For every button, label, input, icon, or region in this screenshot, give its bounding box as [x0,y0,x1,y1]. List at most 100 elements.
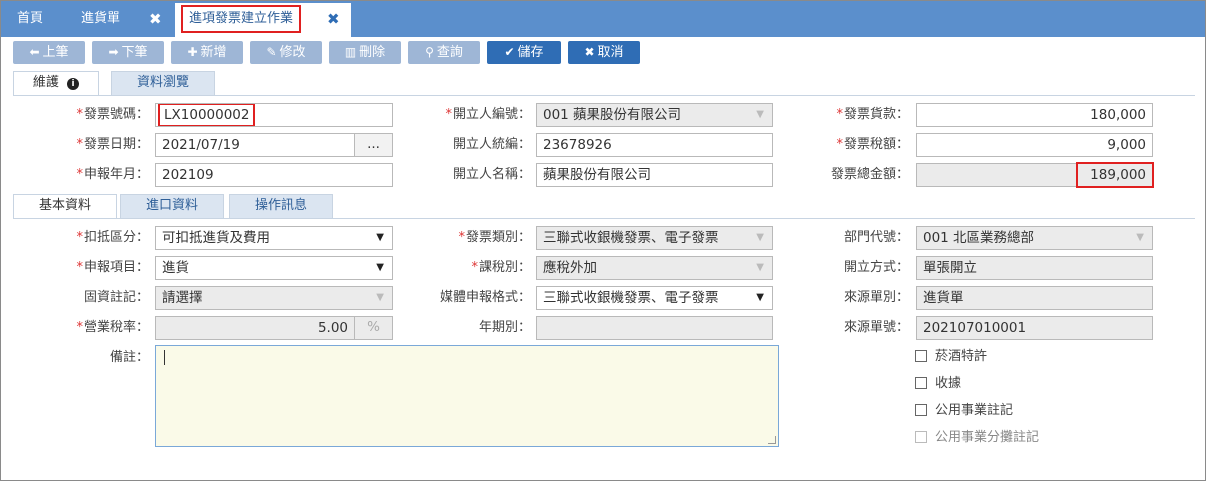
tab-browse[interactable]: 資料瀏覽 [111,71,215,95]
issue-method-label: 開立方式： [843,260,909,275]
source-type-value: 進貨單 [923,290,964,306]
tobacco-checkbox[interactable]: 菸酒特許 [915,348,987,366]
report-item-label: *申報項目： [76,260,149,275]
delete-button[interactable]: ▥ 刪除 [329,41,401,64]
delete-label: 刪除 [359,45,386,60]
report-item-select[interactable]: 進貨 ▼ [155,256,393,280]
issuer-code-select[interactable]: 001 蘋果股份有限公司 ▼ [536,103,773,127]
pencil-icon: ✎ [266,45,277,59]
receipt-checkbox[interactable]: 收據 [915,375,961,393]
invoice-total-field: 189,000 [916,162,1154,188]
tab-home[interactable]: 首頁 [17,1,43,37]
tab-browse-label: 資料瀏覽 [136,75,189,90]
tax-type-value: 應稅外加 [543,260,597,276]
tab-purchase-order[interactable]: 進貨單 ✖ [81,1,162,37]
next-label: 下筆 [121,45,148,60]
save-button[interactable]: ✔ 儲存 [487,41,561,64]
invoice-total-label: 發票總金額： [830,167,909,182]
tab-basic-label: 基本資料 [38,198,91,213]
chevron-down-icon: ▼ [756,262,764,273]
close-icon[interactable]: ✖ [149,1,162,37]
percent-unit: % [354,317,392,339]
tab-invoice-create[interactable]: 進項發票建立作業 ✖ [175,3,351,37]
invoice-type-label: *發票類別： [458,230,531,245]
chevron-down-icon: ▼ [756,109,764,120]
source-type-label: 來源單別： [843,290,909,305]
source-no-label: 來源單號： [843,320,909,335]
report-month-label: *申報年月： [76,167,149,182]
checkbox-icon [915,350,927,362]
invoice-total-value: 189,000 [1076,162,1154,188]
source-no-value: 202107010001 [923,320,1027,336]
plus-icon: ✚ [187,45,198,59]
remark-label: 備註： [109,350,149,365]
fixed-asset-select[interactable]: 請選擇 ▼ [155,286,393,310]
prev-button[interactable]: ⬅ 上筆 [13,41,85,64]
invoice-tax-field[interactable]: 9,000 [916,133,1153,157]
edit-button[interactable]: ✎ 修改 [250,41,322,64]
fixed-asset-label: 固資註記： [83,290,149,305]
source-no-field: 202107010001 [916,316,1153,340]
close-icon[interactable]: ✖ [327,3,340,35]
media-format-label: 媒體申報格式： [439,290,531,305]
cancel-button[interactable]: ✖ 取消 [568,41,640,64]
report-month-field[interactable]: 202109 [155,163,393,187]
arrow-left-icon: ⬅ [29,45,40,59]
invoice-tax-label: *發票稅額： [836,137,909,152]
edit-label: 修改 [279,45,306,60]
business-tax-rate-value: 5.00 [317,320,348,336]
invoice-no-field[interactable]: LX10000002 [155,103,393,127]
utility-checkbox[interactable]: 公用事業註記 [915,402,1013,420]
deduct-type-select[interactable]: 可扣抵進貨及費用 ▼ [155,226,393,250]
chevron-down-icon: ▼ [1136,232,1144,243]
invoice-date-field[interactable]: 2021/07/19 ... [155,133,393,157]
invoice-type-value: 三聯式收銀機發票、電子發票 [543,230,719,246]
tab-log[interactable]: 操作訊息 [229,194,333,218]
utility-split-checkbox: 公用事業分攤註記 [915,429,1039,447]
issuer-code-value: 001 蘋果股份有限公司 [543,107,682,123]
department-select[interactable]: 001 北區業務總部 ▼ [916,226,1153,250]
arrow-right-icon: ➡ [108,45,119,59]
issuer-tax-id-field[interactable]: 23678926 [536,133,773,157]
remark-textarea[interactable] [155,345,779,447]
tobacco-label: 菸酒特許 [935,349,988,364]
tax-type-select[interactable]: 應稅外加 ▼ [536,256,773,280]
tab-invoice-create-label: 進項發票建立作業 [181,5,302,33]
invoice-type-select[interactable]: 三聯式收銀機發票、電子發票 ▼ [536,226,773,250]
prev-label: 上筆 [42,45,69,60]
query-button[interactable]: ⚲ 查詢 [408,41,480,64]
add-label: 新增 [200,45,227,60]
tab-maintain[interactable]: 維護 i [13,71,99,96]
sub-tab-divider [13,218,1195,219]
issuer-name-label: 開立人名稱： [452,167,531,182]
info-icon: i [67,78,80,90]
period-field [536,316,773,340]
date-picker-button[interactable]: ... [354,134,392,156]
chevron-down-icon: ▼ [756,232,764,243]
next-button[interactable]: ➡ 下筆 [92,41,164,64]
top-tab-bar: 首頁 進貨單 ✖ 進項發票建立作業 ✖ [1,1,1205,37]
tab-import[interactable]: 進口資料 [120,194,224,218]
deduct-type-label: *扣抵區分： [76,230,149,245]
media-format-select[interactable]: 三聯式收銀機發票、電子發票 ▼ [536,286,773,310]
issuer-name-field[interactable]: 蘋果股份有限公司 [536,163,773,187]
chevron-down-icon: ▼ [376,262,384,273]
invoice-amount-value: 180,000 [1090,107,1146,123]
tax-type-label: *課稅別： [471,260,531,275]
checkbox-icon [915,377,927,389]
resize-grip-icon[interactable] [768,436,776,444]
business-tax-rate-field: 5.00 % [155,316,393,340]
department-value: 001 北區業務總部 [923,230,1035,246]
receipt-label: 收據 [935,376,962,391]
x-icon: ✖ [584,45,595,59]
issuer-code-label: *開立人編號： [445,107,531,122]
business-tax-rate-label: *營業稅率： [76,320,149,335]
add-button[interactable]: ✚ 新增 [171,41,243,64]
checkbox-icon [915,431,927,443]
period-label: 年期別： [478,320,531,335]
invoice-amount-field[interactable]: 180,000 [916,103,1153,127]
tab-maintain-label: 維護 [32,75,59,90]
tab-basic[interactable]: 基本資料 [13,194,117,219]
issue-method-value: 單張開立 [923,260,977,276]
report-item-value: 進貨 [162,260,189,276]
